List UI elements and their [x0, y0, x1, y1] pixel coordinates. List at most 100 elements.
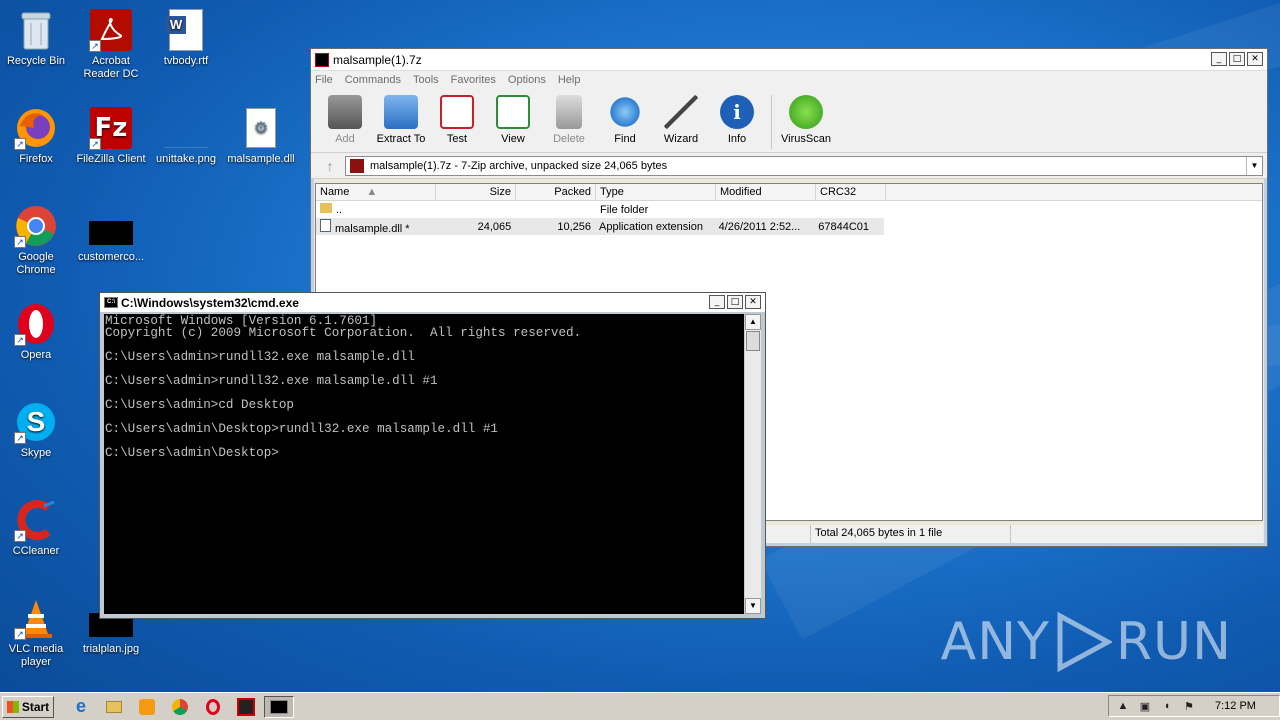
file-name: malsample.dll *: [335, 222, 410, 235]
show-hidden-icons-icon[interactable]: ▲: [1115, 700, 1131, 712]
test-checklist-icon: [440, 95, 474, 129]
menu-file[interactable]: File: [315, 74, 333, 86]
extract-to-label: Extract To: [376, 133, 426, 145]
cmd-taskbar-icon[interactable]: [264, 695, 294, 718]
action-center-flag-icon[interactable]: ⚑: [1181, 700, 1197, 713]
cmd-window[interactable]: C:\ C:\Windows\system32\cmd.exe _ □ ✕ Mi…: [99, 292, 766, 619]
column-name[interactable]: Name ▲: [316, 184, 436, 200]
find-button[interactable]: Find: [597, 93, 653, 145]
view-label: View: [501, 133, 525, 145]
dll-file-icon: [320, 218, 331, 232]
desktop-icon-customerco[interactable]: customerco...: [73, 204, 149, 264]
system-tray: ▲ ▣ ◖ ⚑ 7:12 PM: [1108, 695, 1280, 717]
opera-icon[interactable]: [198, 696, 228, 718]
extract-to-button[interactable]: Extract To: [373, 93, 429, 145]
desktop-icon-label: Firefox: [19, 153, 53, 165]
chrome-icon[interactable]: [165, 696, 195, 718]
media-player-icon[interactable]: [132, 696, 162, 718]
desktop-icon-ccleaner[interactable]: ↗ CCleaner: [0, 498, 74, 558]
address-bar: ↑ malsample(1).7z - 7-Zip archive, unpac…: [311, 153, 1267, 179]
menu-tools[interactable]: Tools: [413, 74, 439, 86]
shortcut-arrow-icon: ↗: [14, 334, 26, 346]
desktop-icon-opera[interactable]: ↗ Opera: [0, 302, 74, 362]
ie-icon[interactable]: e: [66, 696, 96, 718]
console-line: C:\Users\admin>rundll32.exe malsample.dl…: [105, 374, 438, 388]
maximize-button[interactable]: □: [1229, 52, 1245, 66]
chevron-down-icon[interactable]: ▼: [1246, 156, 1262, 175]
column-modified[interactable]: Modified: [716, 184, 816, 200]
file-modified: 4/26/2011 2:52...: [718, 220, 801, 233]
sevenzip-titlebar[interactable]: malsample(1).7z: [311, 49, 1267, 71]
dll-file-icon: ⚙: [239, 106, 283, 150]
info-icon: i: [720, 95, 754, 129]
start-button[interactable]: Start: [2, 695, 54, 718]
add-button[interactable]: Add: [317, 93, 373, 145]
cmd-titlebar[interactable]: C:\ C:\Windows\system32\cmd.exe: [100, 293, 765, 312]
delete-button[interactable]: Delete: [541, 93, 597, 145]
column-packed[interactable]: Packed: [516, 184, 596, 200]
column-crc32[interactable]: CRC32: [816, 184, 886, 200]
menu-bar: File Commands Tools Favorites Options He…: [311, 71, 1267, 89]
scroll-down-icon[interactable]: ▼: [745, 598, 761, 614]
filezilla-icon: Fz ↗: [89, 106, 133, 150]
vertical-scrollbar[interactable]: ▲ ▼: [744, 314, 761, 614]
minimize-button[interactable]: _: [1211, 52, 1227, 66]
opera-icon: ↗: [14, 302, 58, 346]
wizard-button[interactable]: Wizard: [653, 93, 709, 145]
windows-logo-icon: [6, 700, 19, 713]
address-field[interactable]: malsample(1).7z - 7-Zip archive, unpacke…: [345, 155, 1263, 176]
desktop-icon-label: VLC media player: [8, 643, 64, 668]
up-arrow-icon[interactable]: ↑: [315, 158, 345, 174]
test-button[interactable]: Test: [429, 93, 485, 145]
desktop-icon-label: trialplan.jpg: [82, 643, 140, 655]
desktop-icon-chrome[interactable]: ↗ Google Chrome: [0, 204, 74, 277]
desktop-icon-recycle-bin[interactable]: Recycle Bin: [0, 8, 74, 68]
table-row[interactable]: malsample.dll * 24,065 10,256 Applicatio…: [316, 218, 884, 235]
watermark-left: ANY: [940, 612, 1050, 672]
desktop-icon-malsample[interactable]: ⚙ malsample.dll: [223, 106, 299, 166]
scroll-thumb[interactable]: [746, 331, 760, 351]
desktop-icon-firefox[interactable]: ↗ Firefox: [0, 106, 74, 166]
console-output[interactable]: Microsoft Windows [Version 6.1.7601] Copy…: [104, 314, 744, 614]
virusscan-button[interactable]: VirusScan: [778, 93, 834, 145]
minimize-button[interactable]: _: [709, 295, 725, 309]
menu-options[interactable]: Options: [508, 74, 546, 86]
column-type[interactable]: Type: [596, 184, 716, 200]
console-line: Copyright (c) 2009 Microsoft Corporation…: [105, 326, 582, 340]
add-icon: [328, 95, 362, 129]
desktop-icon-skype[interactable]: S ↗ Skype: [0, 400, 74, 460]
volume-icon[interactable]: ◖: [1159, 700, 1175, 712]
explorer-icon[interactable]: [99, 696, 129, 718]
menu-help[interactable]: Help: [558, 74, 581, 86]
trash-icon: [556, 95, 582, 129]
shortcut-arrow-icon: ↗: [89, 40, 101, 52]
shortcut-arrow-icon: ↗: [14, 236, 26, 248]
magic-wand-icon: [664, 95, 698, 129]
desktop-icon-acrobat[interactable]: ↗ Acrobat Reader DC: [73, 8, 149, 81]
close-button[interactable]: ✕: [1247, 52, 1263, 66]
table-row[interactable]: .. File folder: [316, 201, 1262, 218]
maximize-button[interactable]: □: [727, 295, 743, 309]
view-button[interactable]: View: [485, 93, 541, 145]
folder-icon: [320, 203, 332, 213]
network-icon[interactable]: ▣: [1137, 700, 1153, 713]
column-size[interactable]: Size: [436, 184, 516, 200]
firefox-icon: ↗: [14, 106, 58, 150]
scroll-up-icon[interactable]: ▲: [745, 314, 761, 330]
acrobat-icon: ↗: [89, 8, 133, 52]
shortcut-arrow-icon: ↗: [89, 138, 101, 150]
desktop-icon-tvbody[interactable]: W tvbody.rtf: [148, 8, 224, 68]
desktop-icon-filezilla[interactable]: Fz ↗ FileZilla Client: [73, 106, 149, 166]
taskbar: Start e ▲ ▣ ◖ ⚑ 7:12 PM: [0, 692, 1280, 720]
menu-favorites[interactable]: Favorites: [451, 74, 496, 86]
info-button[interactable]: i Info: [709, 93, 765, 145]
close-button[interactable]: ✕: [745, 295, 761, 309]
7zip-app-icon: [315, 52, 329, 67]
desktop-icon-unittake[interactable]: unittake.png: [148, 106, 224, 166]
7zip-icon[interactable]: [231, 696, 261, 718]
toolbar-separator: [771, 95, 772, 149]
menu-commands[interactable]: Commands: [345, 74, 401, 86]
desktop-icon-vlc[interactable]: ↗ VLC media player: [0, 596, 74, 669]
desktop-icon-label: FileZilla Client: [76, 153, 146, 165]
clock[interactable]: 7:12 PM: [1215, 700, 1256, 712]
